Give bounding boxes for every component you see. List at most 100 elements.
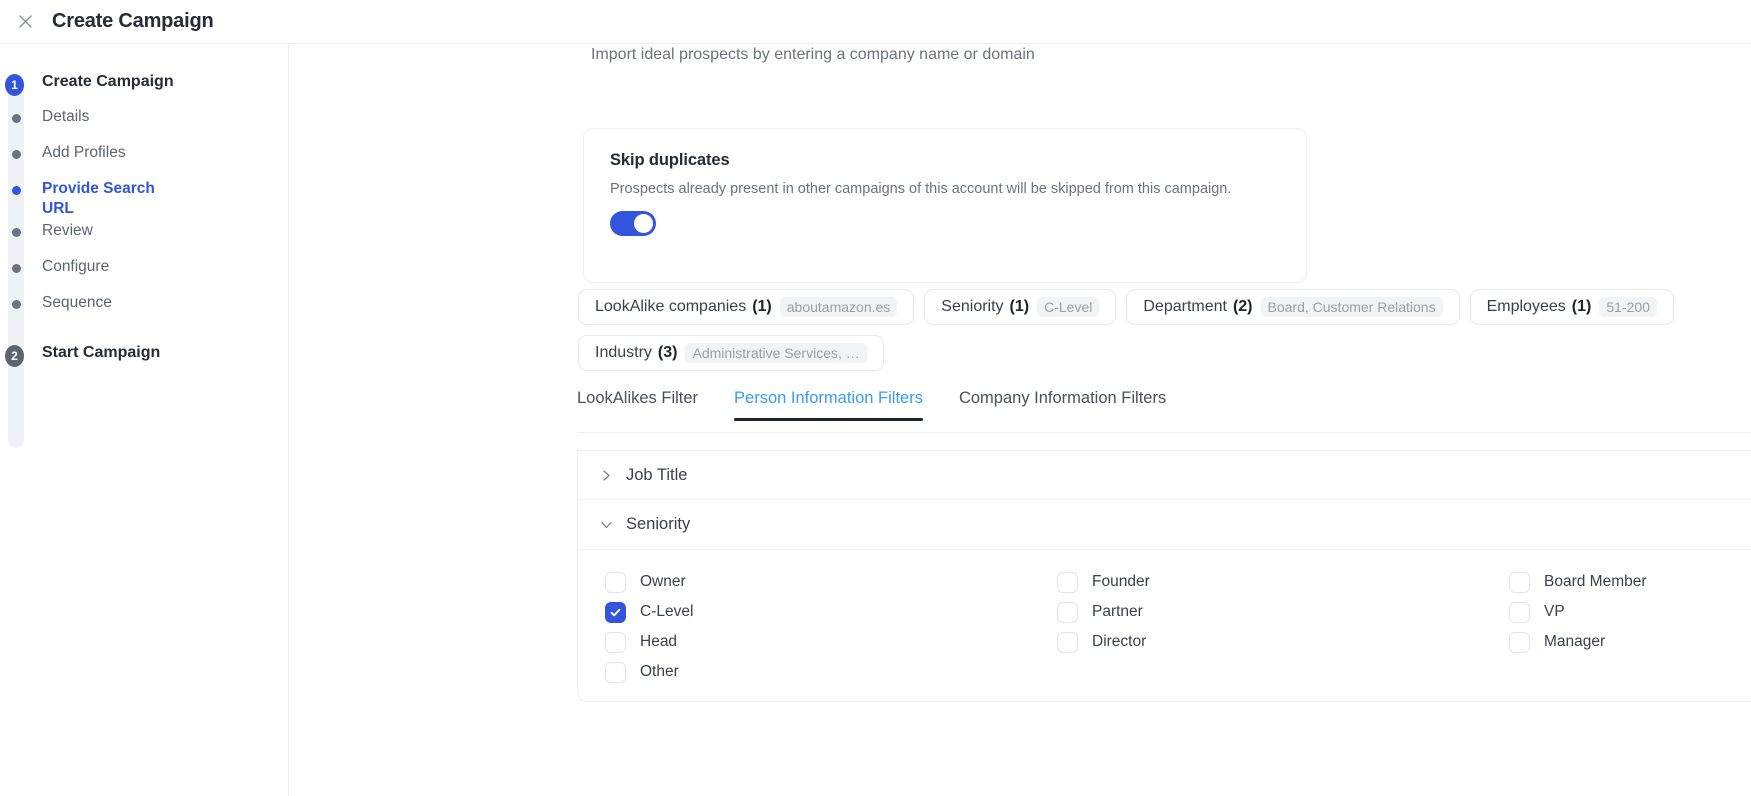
checkbox-partner[interactable]: Partner [1057,601,1509,623]
accordion-header-seniority[interactable]: Seniority [578,500,1751,550]
checkbox-manager[interactable]: Manager [1509,631,1751,653]
sidebar-item-label: Review [42,221,93,239]
checkbox-other[interactable]: Other [605,661,1057,683]
sidebar-item-label: Create Campaign [42,73,174,90]
step-marker [8,220,24,237]
checkbox-vp[interactable]: VP [1509,601,1751,623]
sidebar-item-label: Provide Search URL [42,180,155,218]
stepper-sidebar: 1 Create Campaign Details Add Profiles P… [0,44,289,796]
checkbox-director[interactable]: Director [1057,631,1509,653]
checkbox-owner[interactable]: Owner [605,571,1057,593]
step-dot-icon [11,299,21,309]
checkbox-label: Director [1092,633,1147,650]
step-number-badge: 2 [5,344,24,367]
sidebar-item-configure[interactable]: Configure [0,256,288,292]
sidebar-item-label: Start Campaign [42,343,161,361]
checkbox-box[interactable] [1057,571,1078,593]
chip-count: (1) [1009,298,1030,315]
sidebar-item-label: Configure [42,257,110,275]
step-marker [8,292,24,309]
step-dot-active-icon [11,186,21,195]
step-marker [8,256,24,273]
tab-person-information-filters[interactable]: Person Information Filters [734,389,923,421]
checkbox-label: Board Member [1544,573,1647,590]
filter-chip-lookalike-companies[interactable]: LookAlike companies (1) aboutamazon.es [578,289,915,325]
app-shell: 1 Create Campaign Details Add Profiles P… [0,44,1751,796]
chip-count: (2) [1232,298,1253,315]
checkbox-label: Manager [1544,633,1606,650]
chip-value: Administrative Services, … [685,343,867,363]
seniority-options-body: Owner Founder Board Member C-Level Partn… [578,550,1751,701]
checkbox-founder[interactable]: Founder [1057,571,1509,593]
checkbox-box[interactable] [605,571,626,593]
chip-count: (1) [1571,298,1592,315]
accordion-title: Seniority [626,515,691,533]
seniority-checkbox-grid: Owner Founder Board Member C-Level Partn… [605,571,1751,683]
sidebar-item-sequence[interactable]: Sequence [0,292,288,328]
step-number-badge: 1 [5,74,24,96]
checkbox-label: Founder [1092,573,1150,590]
sidebar-item-provide-search-url[interactable]: Provide Search URL [0,178,288,220]
checkbox-label: Owner [640,573,686,590]
sidebar-item-add-profiles[interactable]: Add Profiles [0,142,288,178]
sidebar-item-label: Add Profiles [42,144,126,161]
chevron-right-icon [599,468,613,482]
filter-chip-department[interactable]: Department (2) Board, Customer Relations [1126,289,1460,325]
skip-duplicates-description: Prospects already present in other campa… [610,181,1232,197]
filter-chip-list: LookAlike companies (1) aboutamazon.es S… [578,289,1751,371]
checkbox-label: VP [1544,603,1565,620]
tab-company-information-filters[interactable]: Company Information Filters [959,389,1166,420]
step-marker [8,106,24,123]
step-dot-icon [11,150,21,159]
chip-label: Employees [1486,298,1566,315]
step-marker [8,142,24,159]
checkbox-head[interactable]: Head [605,631,1057,653]
checkbox-board-member[interactable]: Board Member [1509,571,1751,593]
sidebar-item-start-campaign[interactable]: 2 Start Campaign [0,341,288,377]
chip-label: LookAlike companies [595,298,747,315]
checkbox-box[interactable] [605,661,626,683]
checkbox-box[interactable] [1509,571,1530,593]
chip-value: Board, Customer Relations [1260,297,1443,317]
chip-count: (3) [657,344,678,361]
checkbox-box[interactable] [605,631,626,653]
step-dot-icon [11,227,21,237]
step-dot-icon [11,114,21,123]
chevron-down-icon [599,518,613,532]
sidebar-item-details[interactable]: Details [0,106,288,142]
filter-chip-industry[interactable]: Industry (3) Administrative Services, … [578,335,884,371]
filter-chip-seniority[interactable]: Seniority (1) C-Level [924,289,1117,325]
chip-label: Industry [595,344,652,361]
page-title: Create Campaign [52,10,214,32]
filters-panel: Job Title Seniority Owner Founder Board … [577,450,1751,702]
checkbox-box[interactable] [1509,601,1530,623]
filter-chip-employees[interactable]: Employees (1) 51-200 [1469,289,1674,325]
close-icon[interactable] [10,7,40,37]
checkbox-box[interactable] [1057,631,1078,653]
accordion-header-job-title[interactable]: Job Title [578,450,1751,500]
chip-value: C-Level [1037,297,1100,317]
filter-tabs: LookAlikes Filter Person Information Fil… [577,389,1751,433]
tab-lookalikes-filter[interactable]: LookAlikes Filter [577,389,698,420]
checkbox-box-checked[interactable] [605,601,626,623]
checkbox-label: Head [640,633,678,650]
step-marker: 1 [5,70,24,96]
step-marker [8,178,24,195]
accordion-title: Job Title [626,465,688,484]
step-marker: 2 [5,341,24,367]
checkbox-c-level[interactable]: C-Level [605,601,1057,623]
chip-value: aboutamazon.es [779,297,898,317]
checkbox-box[interactable] [1509,631,1530,653]
main-content: Import ideal prospects by entering a com… [289,44,1751,796]
checkbox-label: Other [640,663,679,680]
sidebar-item-label: Details [42,108,90,125]
section-subtitle: Import ideal prospects by entering a com… [591,46,1035,63]
window-titlebar: Create Campaign [0,0,1751,44]
sidebar-item-review[interactable]: Review [0,220,288,256]
sidebar-item-create-campaign[interactable]: 1 Create Campaign [0,70,288,106]
chip-count: (1) [752,298,772,315]
checkbox-box[interactable] [1057,601,1078,623]
skip-duplicates-toggle[interactable] [610,211,656,236]
step-dot-icon [11,263,21,273]
chip-label: Department [1143,298,1227,315]
